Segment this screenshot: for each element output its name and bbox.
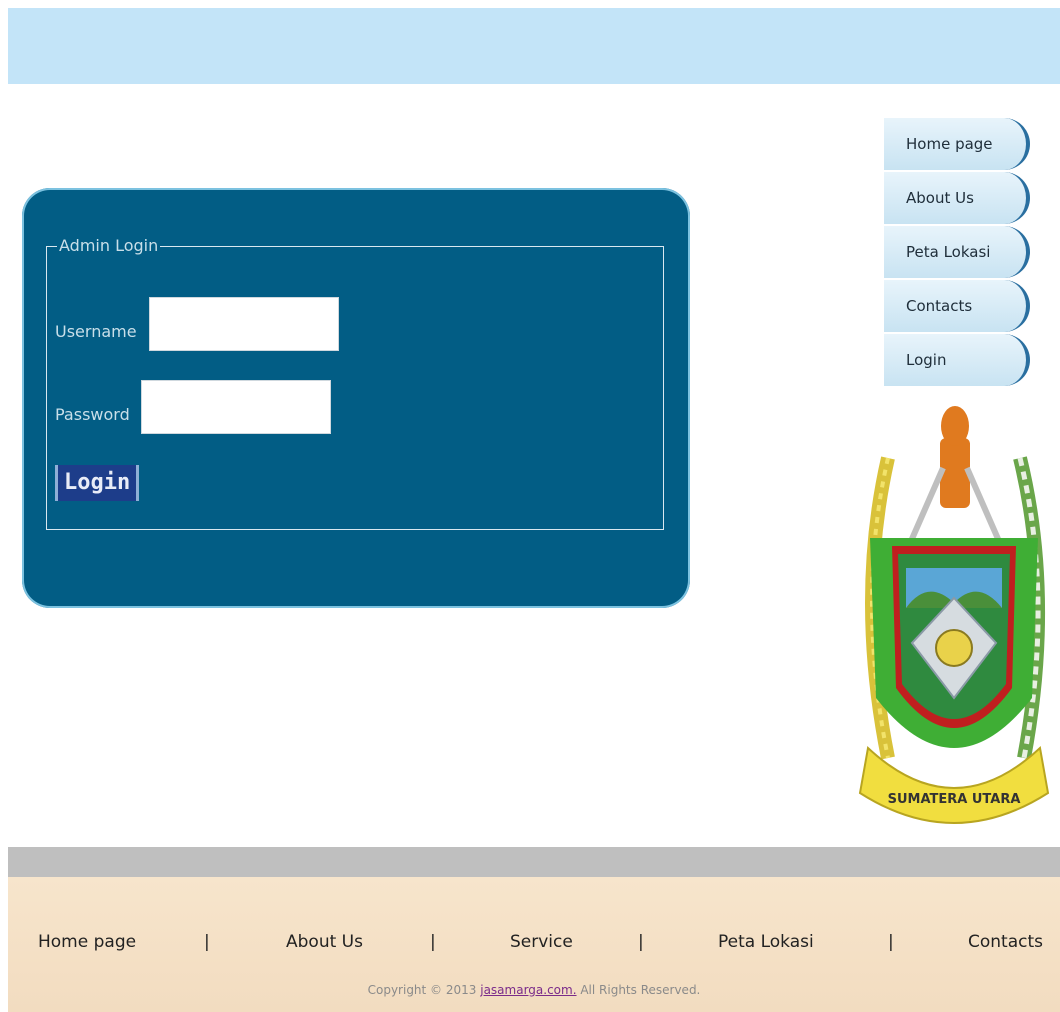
nav-item-peta-lokasi[interactable]: Peta Lokasi [884,226,1030,278]
username-label: Username [55,322,137,341]
side-nav: Home page About Us Peta Lokasi Contacts … [884,118,1030,388]
header-banner [8,8,1060,84]
password-label: Password [55,405,130,424]
nav-item-about[interactable]: About Us [884,172,1030,224]
username-input[interactable] [149,297,339,351]
copyright-link[interactable]: jasamarga.com. [480,983,576,997]
copyright-text: Copyright © 2013 jasamarga.com. All Righ… [8,983,1060,997]
admin-login-fieldset: Admin Login Username Password Login [46,237,664,530]
footer-link-peta-lokasi[interactable]: Peta Lokasi [718,932,814,952]
footer-link-about[interactable]: About Us [286,932,363,952]
footer-separator: | [888,932,894,952]
nav-item-login[interactable]: Login [884,334,1030,386]
footer-link-service[interactable]: Service [510,932,573,952]
password-input[interactable] [141,380,331,434]
footer-separator: | [430,932,436,952]
copyright-prefix: Copyright © 2013 [367,983,481,997]
footer: Home page | About Us | Service | Peta Lo… [8,877,1060,1012]
login-button[interactable]: Login [55,465,140,501]
nav-item-home[interactable]: Home page [884,118,1030,170]
login-panel: Admin Login Username Password Login [22,188,690,608]
emblem-text: SUMATERA UTARA [888,792,1021,807]
footer-divider-band [8,847,1060,877]
nav-item-contacts[interactable]: Contacts [884,280,1030,332]
sumatera-utara-emblem: SUMATERA UTARA [858,406,1050,824]
copyright-suffix: All Rights Reserved. [576,983,701,997]
footer-link-home[interactable]: Home page [38,932,136,952]
footer-separator: | [204,932,210,952]
footer-separator: | [638,932,644,952]
footer-link-contacts[interactable]: Contacts [968,932,1043,952]
fieldset-legend: Admin Login [57,236,161,255]
